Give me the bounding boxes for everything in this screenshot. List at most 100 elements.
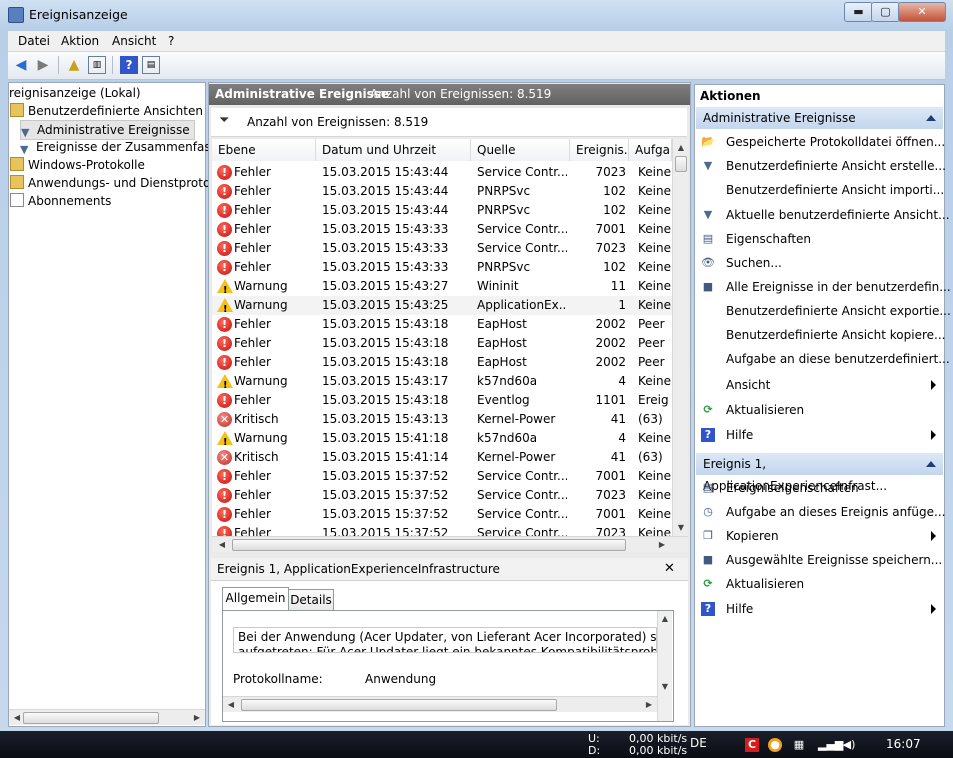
language-indicator[interactable]: DE: [690, 736, 707, 750]
table-row[interactable]: ! Warnung 15.03.2015 15:43:27 Wininit 11 Kein…: [212, 277, 672, 296]
close-icon[interactable]: ✕: [664, 561, 675, 576]
scroll-right-arrow-icon[interactable]: ▶: [191, 712, 203, 723]
table-row[interactable]: ! Fehler 15.03.2015 15:43:44 PNRPSvc 102 Kein…: [212, 182, 672, 201]
cell-date: 15.03.2015 15:43:18: [322, 336, 449, 350]
tree-horizontal-scrollbar[interactable]: ◀ ▶: [9, 709, 205, 725]
clock[interactable]: 16:07: [886, 737, 921, 751]
event-description-line: aufgetreten: Für Acer Updater liegt ein …: [238, 645, 657, 653]
scroll-down-arrow-icon[interactable]: ▼: [675, 522, 687, 533]
scroll-left-arrow-icon[interactable]: ◀: [225, 699, 237, 710]
folder-icon: [10, 175, 24, 189]
table-row[interactable]: ! Warnung 15.03.2015 15:41:18 k57nd60a 4 Kein…: [212, 429, 672, 448]
close-button[interactable]: ✕: [898, 2, 946, 22]
network-signal-icon[interactable]: ▂▄▆: [818, 738, 843, 752]
tab-allgemein[interactable]: Allgemein: [222, 587, 289, 611]
scroll-up-arrow-icon[interactable]: ▲: [659, 613, 671, 624]
table-row[interactable]: ! Fehler 15.03.2015 15:37:52 Service Contr.…: [212, 486, 672, 505]
volume-icon[interactable]: ◀): [842, 738, 856, 752]
scroll-thumb[interactable]: [241, 699, 557, 711]
title-bar[interactable]: Ereignisanzeige ▬ ▢ ✕: [0, 0, 953, 30]
cell-level: Fehler: [234, 355, 271, 369]
scroll-left-arrow-icon[interactable]: ◀: [216, 539, 228, 550]
device-tray-icon[interactable]: ▦: [792, 738, 806, 752]
cell-date: 15.03.2015 15:43:33: [322, 222, 449, 236]
cell-level: Fehler: [234, 526, 271, 536]
back-arrow-icon[interactable]: ◀: [12, 56, 30, 74]
tree-item-subscriptions[interactable]: Abonnements: [10, 192, 111, 210]
scroll-thumb[interactable]: [675, 156, 687, 172]
actions-section-view[interactable]: Administrative Ereignisse: [696, 107, 943, 129]
column-header-date[interactable]: Datum und Uhrzeit: [316, 139, 471, 161]
event-description[interactable]: Bei der Anwendung (Acer Updater, von Lie…: [233, 627, 657, 653]
table-row[interactable]: ! Fehler 15.03.2015 15:43:18 EapHost 2002 Pee…: [212, 315, 672, 334]
table-row[interactable]: ! Fehler 15.03.2015 15:43:44 Service Contr.…: [212, 163, 672, 182]
table-row[interactable]: ! Fehler 15.03.2015 15:43:33 PNRPSvc 102 Kein…: [212, 258, 672, 277]
scroll-up-arrow-icon[interactable]: ▲: [675, 142, 687, 153]
column-header-source[interactable]: Quelle: [471, 139, 570, 161]
column-header-level[interactable]: Ebene: [212, 139, 316, 161]
event-list-vertical-scrollbar[interactable]: ▲ ▼: [672, 139, 688, 536]
tree-item-app-service-logs[interactable]: Anwendungs- und Dienstprotokol: [10, 174, 228, 192]
scroll-right-arrow-icon[interactable]: ▶: [643, 699, 655, 710]
cell-date: 15.03.2015 15:43:25: [322, 298, 449, 312]
cell-task: Keine: [638, 165, 671, 179]
table-row[interactable]: ! Fehler 15.03.2015 15:43:18 EapHost 2002 Pee…: [212, 353, 672, 372]
table-row[interactable]: ! Fehler 15.03.2015 15:37:52 Service Contr.…: [212, 505, 672, 524]
menu-aktion[interactable]: Aktion: [61, 34, 99, 48]
actions-section-event[interactable]: Ereignis 1, ApplicationExperienceInfrast…: [696, 453, 943, 493]
event-list-horizontal-scrollbar[interactable]: ◀ ▶: [212, 536, 688, 552]
tree-item-label: Administrative Ereignisse: [37, 123, 190, 137]
table-row[interactable]: ✕ Kritisch 15.03.2015 15:43:13 Kernel-Power…: [212, 410, 672, 429]
table-row[interactable]: ! Fehler 15.03.2015 15:43:18 Eventlog 1101 Er…: [212, 391, 672, 410]
tree-item-custom-views[interactable]: Benutzerdefinierte Ansichten: [10, 102, 203, 120]
cell-task: Keine: [638, 260, 671, 274]
show-hide-tree-icon[interactable]: ▥: [88, 56, 106, 74]
cell-id: 4: [618, 431, 626, 445]
scroll-left-arrow-icon[interactable]: ◀: [11, 712, 23, 723]
help-icon[interactable]: ?: [120, 56, 138, 74]
tree-item-windows-logs[interactable]: Windows-Protokolle: [10, 156, 145, 174]
antivirus-tray-icon[interactable]: C: [745, 738, 759, 752]
cell-id: 11: [610, 279, 626, 293]
table-row[interactable]: ✕ Kritisch 15.03.2015 15:41:14 Kernel-Power…: [212, 448, 672, 467]
collapse-icon[interactable]: [926, 115, 936, 121]
table-row[interactable]: ! Fehler 15.03.2015 15:43:33 Service Contr.…: [212, 220, 672, 239]
update-tray-icon[interactable]: ●: [768, 738, 782, 752]
cell-level: Fehler: [234, 317, 271, 331]
submenu-arrow-icon: [931, 430, 936, 440]
detail-horizontal-scrollbar[interactable]: ◀ ▶: [223, 696, 657, 712]
up-folder-icon[interactable]: ▲: [65, 56, 83, 74]
minimize-button[interactable]: ▬: [844, 2, 873, 22]
collapse-icon[interactable]: [926, 461, 936, 467]
cell-task: Peer: [638, 336, 665, 350]
table-row[interactable]: ! Fehler 15.03.2015 15:37:52 Service Contr.…: [212, 524, 672, 536]
table-row[interactable]: ! Warnung 15.03.2015 15:43:25 ApplicationEx…: [212, 296, 672, 315]
table-row[interactable]: ! Fehler 15.03.2015 15:37:52 Service Contr.…: [212, 467, 672, 486]
table-row[interactable]: ! Fehler 15.03.2015 15:43:44 PNRPSvc 102 Kein…: [212, 201, 672, 220]
tab-details[interactable]: Details: [288, 589, 334, 611]
forward-arrow-icon[interactable]: ▶: [34, 56, 52, 74]
net-download-speed: 0,00 kbit/s: [629, 744, 688, 757]
tree-item-administrative-events[interactable]: ▼ Administrative Ereignisse: [20, 120, 195, 140]
table-row[interactable]: ! Fehler 15.03.2015 15:43:33 Service Contr.…: [212, 239, 672, 258]
cell-task: (63): [638, 450, 663, 464]
show-hide-action-pane-icon[interactable]: ▤: [142, 56, 160, 74]
tree-item-root[interactable]: reignisanzeige (Lokal): [9, 84, 141, 102]
menu-ansicht[interactable]: Ansicht: [112, 34, 156, 48]
menu-datei[interactable]: Datei: [18, 34, 50, 48]
column-header-task[interactable]: Aufga: [629, 139, 672, 161]
column-header-event-id[interactable]: Ereignis...: [570, 139, 629, 161]
scroll-right-arrow-icon[interactable]: ▶: [656, 539, 668, 550]
cell-level: Fehler: [234, 184, 271, 198]
detail-vertical-scrollbar[interactable]: ▲ ▼: [657, 611, 672, 721]
scroll-thumb[interactable]: [232, 539, 626, 551]
table-row[interactable]: ! Warnung 15.03.2015 15:43:17 k57nd60a 4 Kein…: [212, 372, 672, 391]
menu-help[interactable]: ?: [168, 34, 174, 48]
scroll-down-arrow-icon[interactable]: ▼: [659, 681, 671, 692]
action-item-label: Ausgewählte Ereignisse speichern...: [726, 553, 943, 567]
table-row[interactable]: ! Fehler 15.03.2015 15:43:18 EapHost 2002 Pee…: [212, 334, 672, 353]
cell-task: Keine: [638, 222, 671, 236]
tree-item-summary-events[interactable]: ▼ Ereignisse der Zusammenfassu: [20, 138, 224, 156]
scroll-thumb[interactable]: [23, 712, 159, 724]
maximize-button[interactable]: ▢: [871, 2, 900, 22]
